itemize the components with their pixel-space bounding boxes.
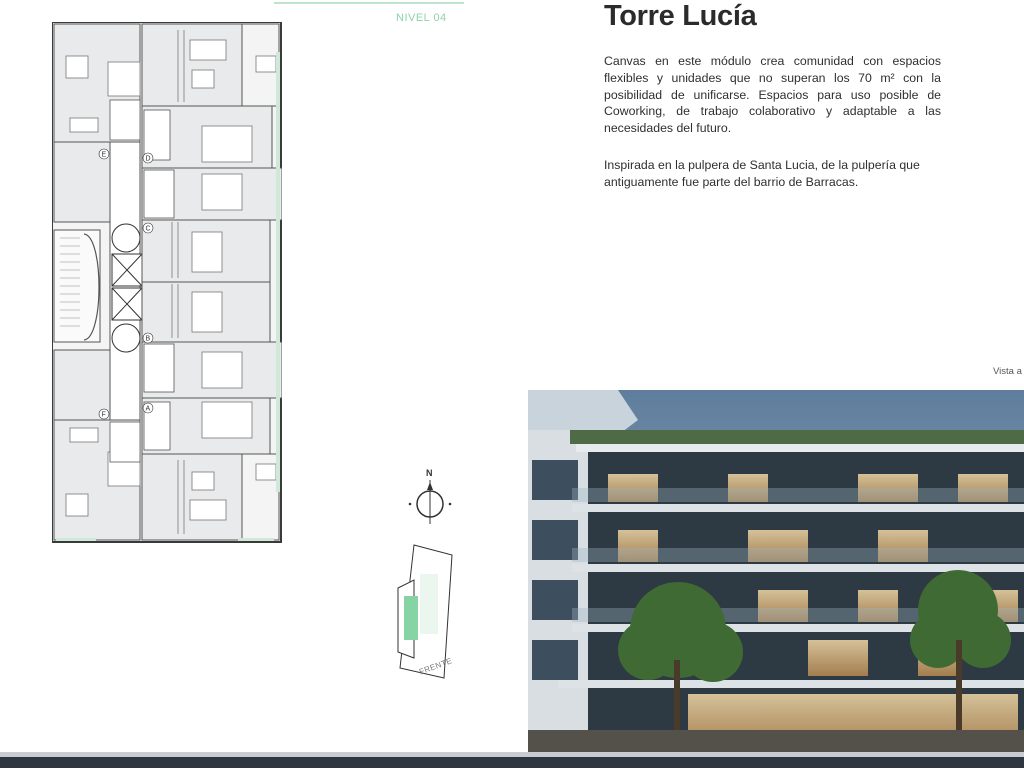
compass-icon: N [408,468,452,524]
unit-letter-e: E [102,152,107,159]
description-paragraph-1: Canvas en este módulo crea comunidad con… [604,54,941,136]
unit-letter-f: F [102,412,106,419]
level-divider [274,2,464,4]
unit-letter-d: D [146,156,151,163]
compass-north-label: N [426,468,433,478]
unit-letter-c: C [146,226,151,233]
floor-plan: E D C B A F [52,22,282,543]
render-caption: Vista a [993,366,1022,377]
unit-letter-a: A [146,406,151,413]
building-render-image [528,390,1024,752]
page-title: Torre Lucía [604,0,757,32]
description-paragraph-2: Inspirada en la pulpera de Santa Lucia, … [604,158,920,189]
unit-letter-b: B [146,336,151,343]
level-label: NIVEL 04 [396,12,447,24]
bottom-bar [0,757,1024,768]
